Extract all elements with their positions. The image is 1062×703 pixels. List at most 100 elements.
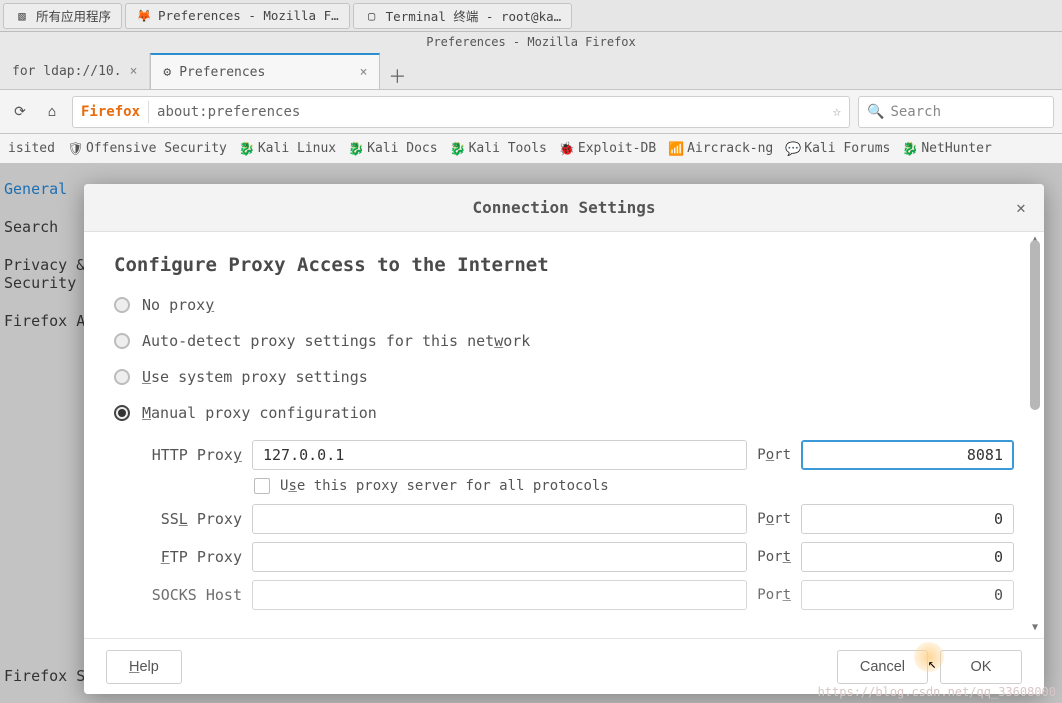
help-button[interactable]: Help [106,650,182,684]
port-label: Port [757,587,791,603]
ftp-proxy-row: FTP Proxy Port [144,542,1014,572]
proxy-fields: HTTP Proxy Port Use this proxy server fo… [144,440,1014,610]
bookmark-item[interactable]: 💬Kali Forums [785,141,890,156]
tab-preferences[interactable]: ⚙ Preferences × [150,53,380,89]
kali-icon: 🐉 [239,142,253,156]
new-tab-button[interactable]: ＋ [380,63,414,89]
ssl-port-input[interactable] [801,504,1014,534]
sidebar-item-search[interactable]: Search [4,218,92,236]
radio-icon[interactable] [114,369,130,385]
radio-no-proxy[interactable]: No proxy [114,296,1014,314]
all-apps-label: 所有应用程序 [36,6,111,25]
firefox-brand: Firefox [81,104,140,120]
http-proxy-row: HTTP Proxy Port [144,440,1014,470]
taskbar-item-label: Preferences - Mozilla F… [158,8,339,23]
tab-label: for ldap://10. [12,64,122,79]
reload-icon[interactable]: ⟳ [8,100,32,124]
use-for-all-row[interactable]: Use this proxy server for all protocols [254,478,1014,494]
http-port-input[interactable] [801,440,1014,470]
radio-auto-detect[interactable]: Auto-detect proxy settings for this netw… [114,332,1014,350]
ssl-proxy-row: SSL Proxy Port [144,504,1014,534]
radio-manual-proxy[interactable]: Manual proxy configuration [114,404,1014,422]
sidebar-item-privacy[interactable]: Privacy & Security [4,256,92,292]
kali-icon: 🐉 [348,142,362,156]
wifi-icon: 📶 [668,142,682,156]
taskbar-item-terminal[interactable]: ▢ Terminal 终端 - root@ka… [353,3,573,29]
watermark: https://blog.csdn.net/qq_33608000 [818,685,1056,699]
bookmark-item[interactable]: 🐉Kali Docs [348,141,437,156]
url-bar[interactable]: Firefox about:preferences ☆ [72,96,850,128]
preferences-sidebar: General Search Privacy & Security Firefo… [0,180,92,330]
scrollbar[interactable]: ▲ ▼ [1028,240,1042,630]
ok-button[interactable]: OK [940,650,1022,684]
socks-port-input[interactable] [801,580,1014,610]
dialog-header: Connection Settings ✕ [84,184,1044,232]
divider [148,101,149,123]
close-icon[interactable]: × [130,64,138,79]
radio-label: Manual proxy configuration [142,404,377,422]
terminal-icon: ▢ [364,8,380,24]
search-bar[interactable]: 🔍 Search [858,96,1054,128]
radio-label: Use system proxy settings [142,368,368,386]
os-taskbar: ▧ 所有应用程序 🦊 Preferences - Mozilla F… ▢ Te… [0,0,1062,32]
search-placeholder: Search [890,104,941,120]
close-icon[interactable]: × [360,65,368,80]
search-icon: 🔍 [867,104,884,120]
port-label: Port [757,549,791,565]
ftp-proxy-input[interactable] [252,542,747,572]
bug-icon: 🐞 [559,142,573,156]
cancel-button[interactable]: Cancel [837,650,928,684]
socks-host-input[interactable] [252,580,747,610]
bookmark-item[interactable]: 🐉NetHunter [902,141,991,156]
sidebar-item-account[interactable]: Firefox A [4,312,92,330]
socks-proxy-row: SOCKS Host Port [144,580,1014,610]
tab-label: Preferences [179,65,265,80]
gear-icon: ⚙ [163,65,171,80]
ssl-proxy-label: SSL Proxy [144,510,242,528]
radio-icon[interactable] [114,333,130,349]
taskbar-item-firefox[interactable]: 🦊 Preferences - Mozilla F… [125,3,350,29]
radio-icon[interactable] [114,297,130,313]
sidebar-item-general[interactable]: General [4,180,92,198]
dialog-body: Configure Proxy Access to the Internet N… [84,232,1044,638]
all-apps-button[interactable]: ▧ 所有应用程序 [3,3,122,29]
scroll-thumb[interactable] [1030,240,1040,410]
window-title: Preferences - Mozilla Firefox [0,32,1062,52]
socks-host-label: SOCKS Host [144,586,242,604]
bookmark-item[interactable]: isited [8,141,55,156]
home-icon[interactable]: ⌂ [40,100,64,124]
use-for-all-label: Use this proxy server for all protocols [280,478,609,494]
scroll-down-icon[interactable]: ▼ [1028,622,1042,636]
taskbar-item-label: Terminal 终端 - root@ka… [386,6,562,25]
sidebar-footer[interactable]: Firefox Su [4,667,94,685]
tab-ldap[interactable]: for ldap://10. × [0,53,150,89]
firefox-icon: 🦊 [136,8,152,24]
connection-settings-dialog: Connection Settings ✕ Configure Proxy Ac… [84,184,1044,694]
bookmark-star-icon[interactable]: ☆ [833,104,841,120]
shield-icon: 🛡 [67,142,81,156]
dialog-title: Connection Settings [472,198,655,217]
bookmarks-toolbar: isited 🛡Offensive Security 🐉Kali Linux 🐉… [0,134,1062,164]
http-proxy-label: HTTP Proxy [144,446,242,464]
dialog-heading: Configure Proxy Access to the Internet [114,254,1014,276]
bookmark-item[interactable]: 🐞Exploit-DB [559,141,656,156]
bookmark-item[interactable]: 🐉Kali Linux [239,141,336,156]
tab-bar: for ldap://10. × ⚙ Preferences × ＋ [0,52,1062,90]
ftp-proxy-label: FTP Proxy [144,548,242,566]
bookmark-item[interactable]: 🛡Offensive Security [67,141,227,156]
bookmark-item[interactable]: 📶Aircrack-ng [668,141,773,156]
url-text: about:preferences [157,104,300,120]
radio-label: Auto-detect proxy settings for this netw… [142,332,530,350]
close-icon[interactable]: ✕ [1010,197,1032,219]
radio-system-proxy[interactable]: Use system proxy settings [114,368,1014,386]
port-label: Port [757,447,791,463]
bookmark-item[interactable]: 🐉Kali Tools [450,141,547,156]
ftp-port-input[interactable] [801,542,1014,572]
checkbox-icon[interactable] [254,478,270,494]
http-proxy-input[interactable] [252,440,747,470]
radio-icon[interactable] [114,405,130,421]
ssl-proxy-input[interactable] [252,504,747,534]
port-label: Port [757,511,791,527]
forum-icon: 💬 [785,142,799,156]
kali-icon: 🐉 [902,142,916,156]
